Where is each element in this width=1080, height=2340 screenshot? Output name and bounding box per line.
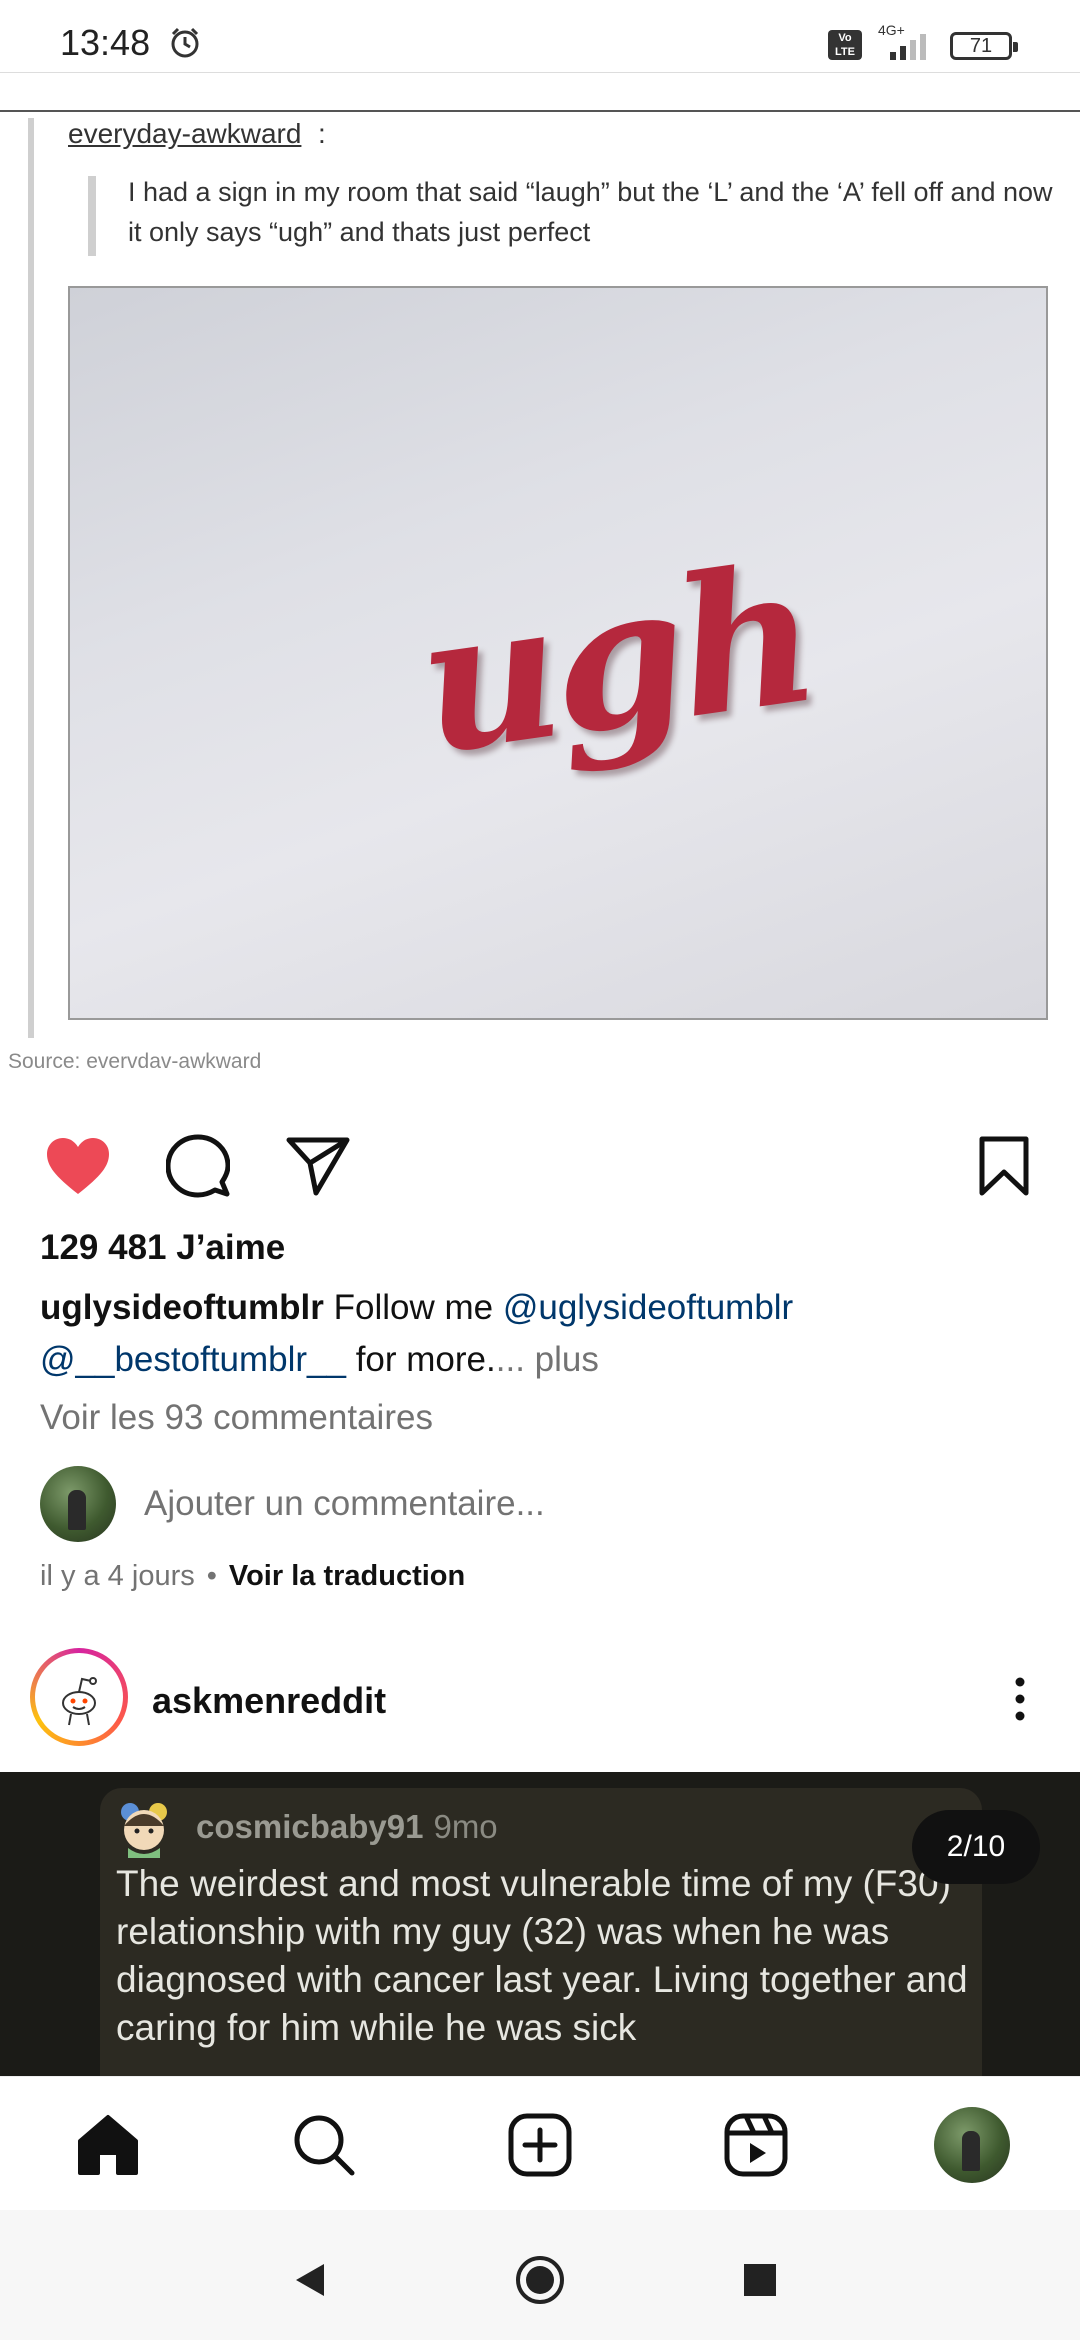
source-line: Source: evervdav-awkward bbox=[8, 1050, 262, 1073]
status-bar: 13:48 Vo LTE 4G+ 71 bbox=[0, 0, 1080, 72]
triangle-back-icon bbox=[296, 2264, 324, 2296]
nav-search[interactable] bbox=[286, 2107, 362, 2183]
next-post-header: askmenreddit bbox=[0, 1648, 1080, 1760]
caption-mention[interactable]: @uglysideoftumblr bbox=[503, 1288, 793, 1327]
tumblr-colon: : bbox=[318, 118, 326, 149]
nav-home[interactable] bbox=[70, 2107, 146, 2183]
sign-photo: ugh bbox=[68, 286, 1048, 1020]
tumblr-quote: I had a sign in my room that said “laugh… bbox=[128, 177, 1053, 247]
home-icon bbox=[78, 2115, 138, 2175]
like-count[interactable]: 129 481 J’aime bbox=[40, 1228, 285, 1268]
system-nav-bar bbox=[0, 2210, 1080, 2340]
more-options-icon[interactable] bbox=[1000, 1674, 1040, 1724]
divider bbox=[0, 110, 1080, 112]
caption-username[interactable]: uglysideoftumblr bbox=[40, 1288, 324, 1327]
volte-icon: Vo LTE bbox=[828, 30, 862, 60]
tumblr-username: everyday-awkward bbox=[68, 118, 302, 149]
recents-button[interactable] bbox=[730, 2250, 790, 2310]
post-caption: uglysideoftumblr Follow me @uglysideoftu… bbox=[40, 1282, 1050, 1386]
post-image[interactable]: everyday-awkward : I had a sign in my ro… bbox=[0, 72, 1080, 1092]
separator: • bbox=[206, 1560, 217, 1592]
bottom-nav bbox=[0, 2076, 1080, 2210]
caption-text: for more. bbox=[345, 1340, 496, 1379]
signal-icon bbox=[878, 30, 934, 67]
back-button[interactable] bbox=[280, 2250, 340, 2310]
battery-icon: 71 bbox=[950, 32, 1018, 60]
reddit-age: 9mo bbox=[433, 1808, 498, 1845]
reddit-comment-card: cosmicbaby91 9mo The weirdest and most vu… bbox=[100, 1788, 982, 2076]
circle-home-icon bbox=[516, 2256, 564, 2304]
share-button[interactable] bbox=[282, 1130, 354, 1202]
reddit-avatar-icon bbox=[116, 1800, 172, 1858]
status-time: 13:48 bbox=[60, 22, 151, 63]
comment-button[interactable] bbox=[162, 1130, 234, 1202]
comment-bubble-icon bbox=[166, 1134, 230, 1198]
sign-word: ugh bbox=[406, 521, 825, 798]
translate-link[interactable]: Voir la traduction bbox=[229, 1560, 465, 1592]
caption-text: Follow me bbox=[323, 1288, 503, 1327]
story-avatar[interactable] bbox=[30, 1648, 128, 1746]
divider bbox=[0, 72, 1080, 73]
nav-profile-avatar[interactable] bbox=[934, 2107, 1010, 2183]
search-icon bbox=[294, 2115, 355, 2176]
post-time: il y a 4 jours bbox=[40, 1560, 195, 1592]
post-actions bbox=[0, 1120, 1080, 1210]
post-meta: il y a 4 jours • Voir la traduction bbox=[40, 1560, 465, 1593]
like-button[interactable] bbox=[42, 1130, 114, 1202]
avatar bbox=[40, 1466, 116, 1542]
home-button[interactable] bbox=[510, 2250, 570, 2310]
save-button[interactable] bbox=[968, 1130, 1040, 1202]
nav-reels[interactable] bbox=[718, 2107, 794, 2183]
quote-bar bbox=[88, 176, 96, 256]
carousel-media[interactable]: cosmicbaby91 9mo The weirdest and most vu… bbox=[0, 1772, 1080, 2076]
add-comment-input[interactable]: Ajouter un commentaire... bbox=[144, 1484, 545, 1524]
bookmark-icon bbox=[979, 1136, 1029, 1196]
reddit-comment-text: The weirdest and most vulnerable time of… bbox=[116, 1863, 968, 2048]
heart-filled-icon bbox=[47, 1138, 109, 1194]
nav-create[interactable] bbox=[502, 2107, 578, 2183]
reddit-username: cosmicbaby91 9mo bbox=[196, 1808, 498, 1846]
reddit-alien-icon bbox=[62, 1677, 97, 1726]
quote-bar bbox=[28, 118, 34, 1038]
post-username[interactable]: askmenreddit bbox=[152, 1680, 386, 1722]
alarm-icon bbox=[168, 26, 202, 65]
caption-mention[interactable]: @__bestoftumblr__ bbox=[40, 1340, 346, 1379]
square-recents-icon bbox=[744, 2264, 776, 2296]
reels-icon bbox=[724, 2113, 788, 2177]
view-comments-link[interactable]: Voir les 93 commentaires bbox=[40, 1398, 433, 1438]
paper-plane-icon bbox=[286, 1137, 350, 1196]
caption-more-link[interactable]: ... plus bbox=[496, 1340, 599, 1379]
carousel-counter: 2/10 bbox=[912, 1810, 1040, 1884]
reddit-user-name: cosmicbaby91 bbox=[196, 1808, 424, 1845]
plus-square-icon bbox=[508, 2113, 572, 2177]
